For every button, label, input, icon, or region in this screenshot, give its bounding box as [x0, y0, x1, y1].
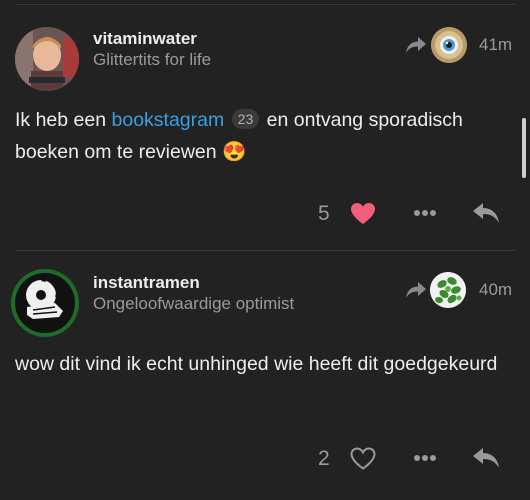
like-button[interactable] [348, 445, 378, 471]
post: vitaminwater Glittertits for life 41m Ik… [0, 0, 530, 250]
user-title: Ongeloofwaardige optimist [93, 294, 295, 313]
scrollbar[interactable] [522, 118, 526, 178]
more-options-button[interactable] [410, 449, 440, 467]
like-count[interactable]: 2 [318, 447, 330, 471]
bookstagram-link[interactable]: bookstagram [112, 109, 225, 131]
reply-icon [473, 203, 499, 223]
post: instantramen Ongeloofwaardige optimist 4… [0, 250, 530, 500]
user-avatar-photo [15, 27, 79, 91]
post-timestamp[interactable]: 40m [479, 280, 512, 300]
like-count[interactable]: 5 [318, 202, 330, 226]
reply-to-icon[interactable] [405, 281, 427, 304]
post-timestamp[interactable]: 41m [479, 35, 512, 55]
like-button[interactable] [348, 200, 378, 226]
heart-outline-icon [350, 446, 376, 470]
saw-blade-hand-avatar [11, 269, 79, 337]
heart-filled-icon [351, 202, 375, 224]
reply-button[interactable] [470, 445, 502, 471]
reply-to-avatar[interactable] [430, 272, 466, 308]
reply-button[interactable] [470, 200, 502, 226]
link-click-count: 23 [231, 109, 260, 129]
eye-icon [431, 27, 467, 63]
post-body: Ik heb een bookstagram 23 en ontvang spo… [15, 104, 510, 168]
post-body-prefix: Ik heb een [15, 109, 112, 131]
reply-to-icon[interactable] [405, 36, 427, 59]
ellipsis-icon [414, 210, 436, 216]
reply-icon [473, 448, 499, 468]
user-avatar[interactable] [11, 269, 79, 337]
username[interactable]: vitaminwater [93, 29, 197, 49]
user-title: Glittertits for life [93, 50, 212, 69]
username[interactable]: instantramen [93, 273, 200, 293]
post-body: wow dit vind ik echt unhinged wie heeft … [15, 353, 498, 375]
plant-icon [430, 272, 466, 308]
user-avatar[interactable] [15, 27, 79, 91]
reply-to-avatar[interactable] [431, 27, 467, 63]
more-options-button[interactable] [410, 204, 440, 222]
ellipsis-icon [414, 455, 436, 461]
heart-eyes-emoji: 😍 [222, 141, 247, 163]
